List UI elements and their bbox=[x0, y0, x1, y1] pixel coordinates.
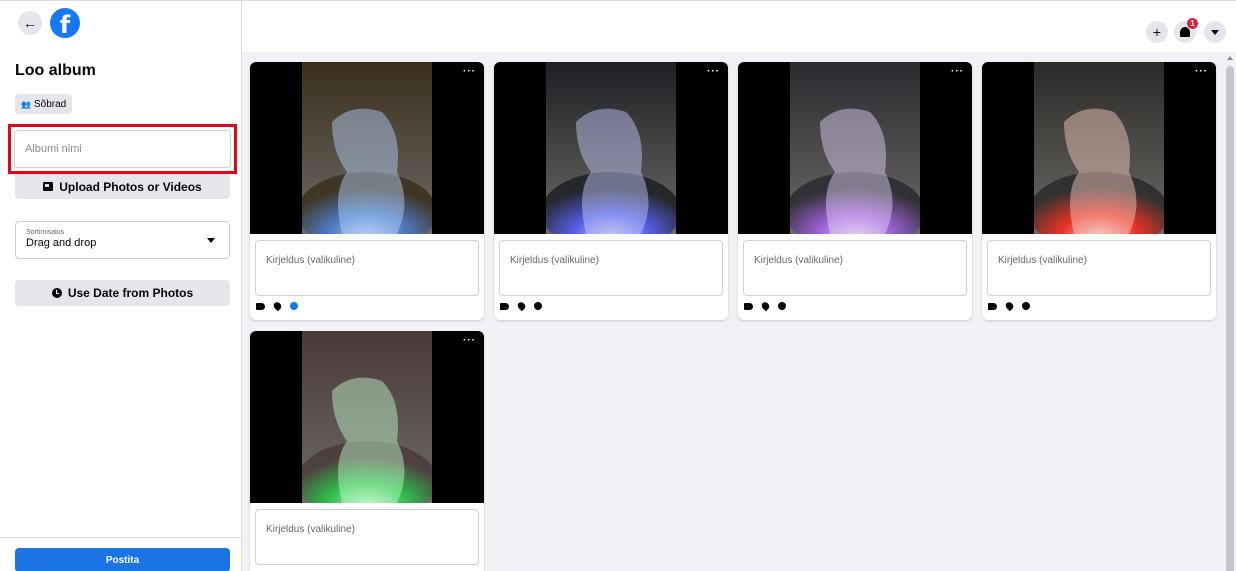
scroll-thumb[interactable] bbox=[1226, 66, 1234, 571]
location-pin-icon[interactable] bbox=[516, 300, 527, 312]
more-options-icon[interactable]: ··· bbox=[951, 66, 964, 77]
scrollbar[interactable] bbox=[1224, 52, 1236, 571]
clock-icon[interactable] bbox=[778, 302, 786, 310]
description-input[interactable]: Kirjeldus (valikuline) bbox=[499, 240, 723, 296]
photo-card: ··· Kirjeldus (valikuline) bbox=[982, 62, 1216, 320]
more-options-icon[interactable]: ··· bbox=[707, 66, 720, 77]
description-input[interactable]: Kirjeldus (valikuline) bbox=[743, 240, 967, 296]
notification-badge: 1 bbox=[1186, 17, 1199, 30]
more-options-icon[interactable]: ··· bbox=[463, 66, 476, 77]
ice-sculpture-rabbit-image bbox=[541, 62, 681, 234]
location-pin-icon[interactable] bbox=[1004, 300, 1015, 312]
photo-thumbnail[interactable]: ··· bbox=[738, 62, 972, 234]
facebook-logo-icon[interactable]: f bbox=[50, 8, 80, 38]
account-menu-button[interactable] bbox=[1204, 21, 1226, 43]
tag-icon[interactable] bbox=[256, 302, 265, 310]
location-pin-icon[interactable] bbox=[272, 300, 283, 312]
tag-icon[interactable] bbox=[988, 302, 997, 310]
left-panel: ← f Loo album 👥 Sõbrad Upload Photos or … bbox=[0, 0, 242, 571]
use-date-label: Use Date from Photos bbox=[67, 286, 194, 300]
photo-card: ··· Kirjeldus (valikuline) bbox=[738, 62, 972, 320]
photo-thumbnail[interactable]: ··· bbox=[982, 62, 1216, 234]
top-bar: + 1 bbox=[242, 0, 1236, 52]
album-name-highlight bbox=[8, 124, 237, 174]
photo-actions bbox=[988, 300, 1030, 312]
use-date-button[interactable]: Use Date from Photos bbox=[15, 280, 230, 306]
left-topbar: ← f bbox=[0, 1, 241, 45]
caret-down-icon bbox=[1211, 29, 1219, 35]
friends-icon: 👥 bbox=[21, 99, 31, 109]
audience-label: Sõbrad bbox=[33, 98, 67, 110]
more-options-icon[interactable]: ··· bbox=[463, 335, 476, 346]
more-options-icon[interactable]: ··· bbox=[1195, 66, 1208, 77]
sort-value: Drag and drop bbox=[26, 237, 97, 249]
photo-actions bbox=[256, 300, 298, 312]
audience-button[interactable]: 👥 Sõbrad bbox=[15, 94, 73, 114]
location-pin-icon[interactable] bbox=[760, 300, 771, 312]
photo-actions bbox=[744, 300, 786, 312]
ice-sculpture-penguin-image bbox=[1029, 62, 1169, 234]
ice-sculpture-bird-image bbox=[297, 331, 437, 503]
photo-card: ··· Kirjeldus (valikuline) bbox=[494, 62, 728, 320]
photo-actions bbox=[500, 300, 542, 312]
description-input[interactable]: Kirjeldus (valikuline) bbox=[255, 509, 479, 565]
photo-card: ··· Kirjeldus (valikuline) bbox=[250, 331, 484, 571]
photo-card: ··· Kirjeldus (valikuline) bbox=[250, 62, 484, 320]
photo-thumbnail[interactable]: ··· bbox=[494, 62, 728, 234]
page-title: Loo album bbox=[15, 62, 96, 79]
photo-upload-icon bbox=[43, 182, 54, 191]
tag-icon[interactable] bbox=[744, 302, 753, 310]
ice-sculpture-wolf-image bbox=[297, 62, 437, 234]
create-button[interactable]: + bbox=[1146, 21, 1168, 43]
description-input[interactable]: Kirjeldus (valikuline) bbox=[987, 240, 1211, 296]
sort-label: Sortimisalus bbox=[26, 229, 65, 236]
chevron-down-icon bbox=[207, 238, 215, 243]
back-button[interactable]: ← bbox=[18, 11, 42, 35]
clock-icon bbox=[51, 288, 62, 298]
upload-photos-button[interactable]: Upload Photos or Videos bbox=[15, 174, 230, 199]
plus-icon: + bbox=[1152, 24, 1162, 40]
clock-icon[interactable] bbox=[290, 302, 298, 310]
clock-icon[interactable] bbox=[534, 302, 542, 310]
album-name-input[interactable] bbox=[14, 130, 231, 168]
scroll-up-arrow[interactable] bbox=[1227, 56, 1233, 60]
ice-sculpture-squirrel-image bbox=[785, 62, 925, 234]
photo-thumbnail[interactable]: ··· bbox=[250, 331, 484, 503]
post-button[interactable]: Postita bbox=[15, 548, 230, 571]
upload-label: Upload Photos or Videos bbox=[59, 179, 202, 194]
divider bbox=[0, 537, 241, 538]
photo-thumbnail[interactable]: ··· bbox=[250, 62, 484, 234]
sort-select[interactable]: Sortimisalus Drag and drop bbox=[15, 221, 230, 259]
description-input[interactable]: Kirjeldus (valikuline) bbox=[255, 240, 479, 296]
tag-icon[interactable] bbox=[500, 302, 509, 310]
arrow-left-icon: ← bbox=[23, 15, 37, 31]
clock-icon[interactable] bbox=[1022, 302, 1030, 310]
